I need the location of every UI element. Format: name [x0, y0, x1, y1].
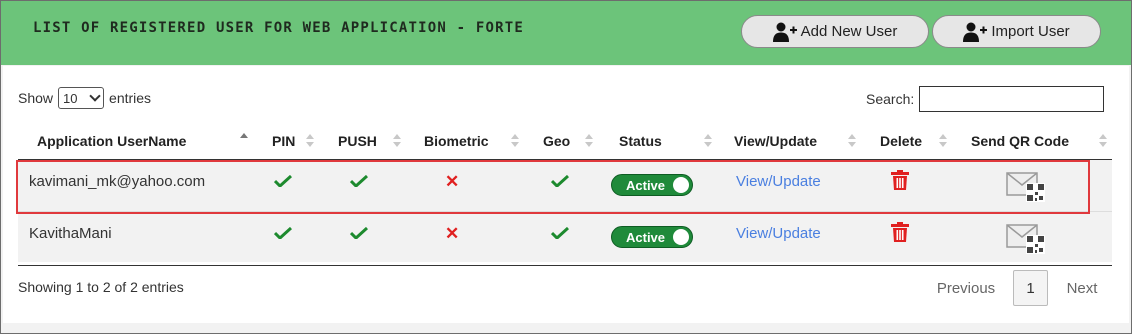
add-new-user-label: Add New User [800, 23, 898, 40]
search-input[interactable] [919, 86, 1105, 112]
sort-icon [704, 134, 712, 148]
table-info: Showing 1 to 2 of 2 entries [18, 279, 184, 295]
view-update-link[interactable]: View/Update [736, 173, 821, 190]
sort-icon [511, 134, 519, 148]
search-label: Search: [866, 91, 915, 107]
entries-label: entries [109, 90, 152, 106]
next-page-button[interactable]: Next [1054, 270, 1110, 306]
check-icon [274, 227, 292, 239]
check-icon [551, 175, 569, 187]
chevron-down-icon [89, 90, 101, 102]
column-header-status[interactable]: Status [619, 133, 662, 149]
column-header-send-qr[interactable]: Send QR Code [971, 133, 1069, 149]
column-header-geo[interactable]: Geo [543, 133, 570, 149]
column-header-pin[interactable]: PIN [272, 133, 295, 149]
trash-icon[interactable] [891, 170, 909, 190]
status-label: Active [626, 177, 666, 193]
check-icon [350, 175, 368, 187]
user-plus-icon [772, 22, 797, 42]
cross-icon: ✕ [445, 224, 460, 243]
sort-icon [939, 134, 947, 148]
user-plus-icon [963, 22, 988, 42]
search-control: Search: [866, 86, 1105, 112]
table-row: kavimani_mk@yahoo.com ✕ Active View/Upda… [18, 160, 1112, 211]
sort-icon [393, 134, 401, 148]
page-length-control: Show 10 entries [18, 87, 151, 109]
check-icon [350, 227, 368, 239]
import-user-label: Import User [991, 23, 1070, 40]
column-header-delete[interactable]: Delete [880, 133, 922, 149]
sort-icon [306, 134, 314, 148]
toggle-knob [673, 177, 689, 193]
check-icon [551, 227, 569, 239]
username-cell: KavithaMani [29, 225, 112, 242]
sort-icon [585, 134, 593, 148]
page-title: LIST OF REGISTERED USER FOR WEB APPLICAT… [33, 20, 525, 36]
page-length-select[interactable]: 10 [58, 87, 105, 109]
page-1-button[interactable]: 1 [1013, 270, 1048, 306]
column-header-view-update[interactable]: View/Update [734, 133, 817, 149]
page-length-value: 10 [63, 90, 78, 106]
show-label: Show [18, 90, 54, 106]
check-icon [274, 175, 292, 187]
status-toggle[interactable]: Active [611, 226, 693, 248]
sort-icon [1099, 134, 1107, 148]
sort-asc-icon [240, 133, 248, 147]
table-row: KavithaMani ✕ Active View/Update [18, 211, 1112, 262]
sort-icon [848, 134, 856, 148]
status-label: Active [626, 229, 666, 245]
table-bottom-border [18, 265, 1112, 266]
column-header-biometric[interactable]: Biometric [424, 133, 489, 149]
toggle-knob [673, 229, 689, 245]
view-update-link[interactable]: View/Update [736, 225, 821, 242]
trash-icon[interactable] [891, 222, 909, 242]
mail-qr-icon[interactable] [1006, 223, 1046, 255]
column-header-push[interactable]: PUSH [338, 133, 377, 149]
table-header: Application UserName PIN PUSH Biometric … [18, 124, 1112, 160]
cross-icon: ✕ [445, 172, 460, 191]
previous-page-button[interactable]: Previous [920, 270, 1012, 306]
users-table: Application UserName PIN PUSH Biometric … [18, 124, 1112, 262]
status-toggle[interactable]: Active [611, 174, 693, 196]
import-user-button[interactable]: Import User [932, 15, 1101, 48]
mail-qr-icon[interactable] [1006, 171, 1046, 203]
username-cell: kavimani_mk@yahoo.com [29, 173, 206, 190]
column-header-username[interactable]: Application UserName [37, 133, 186, 149]
add-new-user-button[interactable]: Add New User [741, 15, 929, 48]
